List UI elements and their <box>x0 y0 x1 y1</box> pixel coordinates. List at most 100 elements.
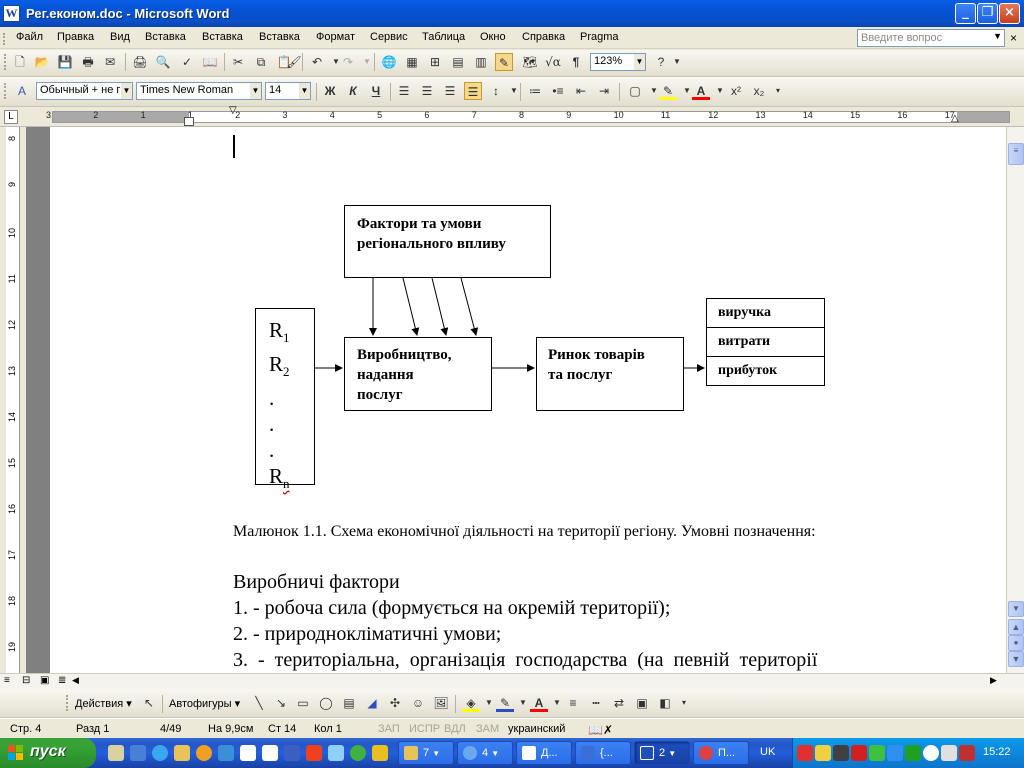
font-dropdown-icon[interactable]: ▼ <box>250 83 261 99</box>
text-box-icon[interactable]: ▤ <box>340 694 358 712</box>
print-layout-icon[interactable]: ▣ <box>40 675 49 686</box>
draw-font-color-icon[interactable]: A <box>530 694 548 712</box>
line-icon[interactable]: ╲ <box>250 694 268 712</box>
quicklaunch-word-icon[interactable] <box>284 745 300 761</box>
font-color-icon[interactable]: A <box>692 82 710 100</box>
tray-icon[interactable] <box>905 745 921 761</box>
highlight-icon[interactable]: ✎ <box>659 82 677 100</box>
insert-table-icon[interactable]: ⊞ <box>426 53 444 71</box>
factors-box[interactable]: Фактори та умови регіонального впливу <box>344 205 551 278</box>
draw-toolbar-options-icon[interactable]: ▾ <box>675 694 693 712</box>
align-center-icon[interactable]: ☰ <box>418 82 436 100</box>
copy-icon[interactable]: ⧉ <box>252 53 270 71</box>
drawing-toggle-icon[interactable]: ✎ <box>495 53 513 71</box>
arrow-icon[interactable]: ↘ <box>272 694 290 712</box>
quicklaunch-app2-icon[interactable] <box>306 745 322 761</box>
quicklaunch-app5-icon[interactable] <box>372 745 388 761</box>
left-indent-marker[interactable] <box>184 117 194 126</box>
tab-selector-icon[interactable]: L <box>4 110 18 124</box>
previous-page-button[interactable]: ▲ <box>1008 619 1024 635</box>
menu-format[interactable]: Формат <box>316 31 355 43</box>
align-left-icon[interactable]: ☰ <box>395 82 413 100</box>
status-track-changes[interactable]: ИСПР <box>409 723 440 735</box>
close-button[interactable]: × <box>999 3 1020 24</box>
picture-icon[interactable]: 🖼 <box>432 694 450 712</box>
toolbar-options-icon[interactable]: ▾ <box>769 82 787 100</box>
scroll-thumb[interactable]: ≡ <box>1008 143 1024 165</box>
subscript-icon[interactable]: x₂ <box>750 82 768 100</box>
tray-icon[interactable] <box>941 745 957 761</box>
vertical-ruler-strip[interactable] <box>6 127 20 673</box>
status-overtype[interactable]: ЗАМ <box>476 723 499 735</box>
document-close-icon[interactable]: × <box>1010 31 1017 45</box>
first-line-indent-marker[interactable]: ▽ <box>229 105 237 116</box>
style-dropdown-icon[interactable]: ▼ <box>121 83 132 99</box>
undo-icon[interactable]: ↶ <box>308 53 326 71</box>
task-word[interactable]: 2 ▼ <box>634 741 690 765</box>
status-record[interactable]: ЗАП <box>378 723 400 735</box>
underline-button[interactable]: Ч <box>367 82 385 100</box>
select-objects-icon[interactable]: ↖ <box>140 694 158 712</box>
oval-icon[interactable]: ◯ <box>317 694 335 712</box>
menu-insert-2[interactable]: Вставка <box>202 31 243 43</box>
clipart-icon[interactable]: ☺ <box>409 694 427 712</box>
toolbar-grip[interactable] <box>4 54 7 70</box>
style-select[interactable]: Обычный + не г ▼ <box>36 82 133 100</box>
task-folders[interactable]: 7 ▼ <box>398 741 454 765</box>
menu-help[interactable]: Справка <box>522 31 565 43</box>
hyperlink-icon[interactable]: 🌐 <box>380 53 398 71</box>
help-dropdown-icon[interactable]: ▼ <box>993 31 1002 41</box>
actions-menu[interactable]: Действия ▾ <box>75 697 132 710</box>
scroll-right-button[interactable]: ▶ <box>990 675 997 686</box>
columns-icon[interactable]: ▥ <box>472 53 490 71</box>
menu-insert-3[interactable]: Вставка <box>259 31 300 43</box>
quicklaunch-app4-icon[interactable] <box>350 745 366 761</box>
menu-insert-1[interactable]: Вставка <box>145 31 186 43</box>
email-icon[interactable]: ✉ <box>101 53 119 71</box>
normal-view-icon[interactable]: ≡ <box>4 675 10 686</box>
tray-icon[interactable] <box>869 745 885 761</box>
menu-file[interactable]: Файл <box>16 31 43 43</box>
document-page[interactable]: ˙ ˙ ˙ ˙ Фактори та умови регіонального в… <box>50 120 1006 673</box>
document-map-icon[interactable]: 🗺 <box>521 53 539 71</box>
line-spacing-icon[interactable]: ↕ <box>487 82 505 100</box>
menu-view[interactable]: Вид <box>110 31 130 43</box>
line-color-icon[interactable]: ✎ <box>496 694 514 712</box>
outline-view-icon[interactable]: ≣ <box>58 675 66 686</box>
zoom-dropdown-icon[interactable]: ▼ <box>634 54 645 70</box>
diagram-icon[interactable]: ✣ <box>386 694 404 712</box>
zoom-select[interactable]: 123% ▼ <box>590 53 646 71</box>
borders-icon[interactable]: ▢ <box>626 82 644 100</box>
quicklaunch-media-icon[interactable] <box>196 745 212 761</box>
insert-excel-icon[interactable]: ▤ <box>449 53 467 71</box>
start-button[interactable]: пуск <box>0 738 96 768</box>
bold-button[interactable]: Ж <box>321 82 339 100</box>
rectangle-icon[interactable]: ▭ <box>294 694 312 712</box>
menu-pragma[interactable]: Pragma <box>580 31 619 43</box>
dash-style-icon[interactable]: ┅ <box>587 694 605 712</box>
results-box[interactable]: виручка витрати прибуток <box>706 298 825 386</box>
font-size-select[interactable]: 14 ▼ <box>265 82 311 100</box>
tray-icon[interactable] <box>959 745 975 761</box>
equation-icon[interactable]: √α <box>544 53 562 71</box>
redo-icon[interactable]: ↷ <box>339 53 357 71</box>
italic-button[interactable]: К <box>344 82 362 100</box>
minimize-button[interactable]: _ <box>955 3 976 24</box>
browse-object-button[interactable]: ● <box>1008 635 1024 651</box>
arrow-style-icon[interactable]: ⇄ <box>610 694 628 712</box>
menu-edit[interactable]: Правка <box>57 31 94 43</box>
right-indent-marker[interactable]: △ <box>951 113 959 124</box>
shadow-style-icon[interactable]: ▣ <box>633 694 651 712</box>
save-icon[interactable]: 💾 <box>56 53 74 71</box>
help-question-input[interactable]: Введите вопрос ▼ <box>857 29 1005 47</box>
menu-window[interactable]: Окно <box>480 31 506 43</box>
tray-icon[interactable] <box>851 745 867 761</box>
status-page[interactable]: Стр. 4 <box>10 723 41 735</box>
quicklaunch-folder-icon[interactable] <box>174 745 190 761</box>
language-indicator[interactable]: UK <box>760 746 775 758</box>
print-preview-icon[interactable]: 🔍 <box>154 53 172 71</box>
tray-icon[interactable] <box>887 745 903 761</box>
web-view-icon[interactable]: ⊟ <box>22 675 30 686</box>
task-document[interactable]: {... <box>575 741 631 765</box>
task-ie[interactable]: 4 ▼ <box>457 741 513 765</box>
